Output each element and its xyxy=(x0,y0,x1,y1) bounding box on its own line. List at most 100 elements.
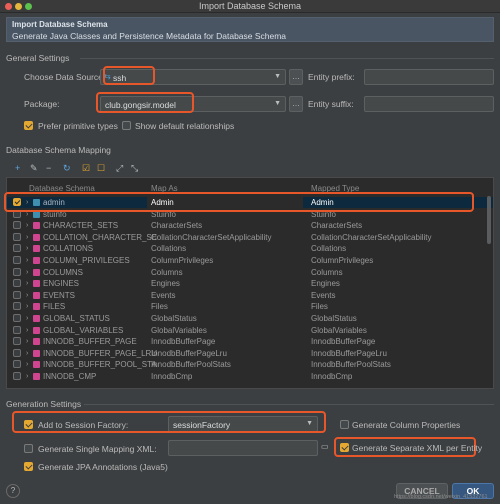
table-row[interactable]: › INNODB_BUFFER_POOL_STA InnodbBufferPoolS… xyxy=(7,359,493,370)
remove-icon[interactable]: − xyxy=(46,163,51,173)
edit-icon[interactable]: ✎ xyxy=(30,163,38,174)
show-default-relationships-checkbox[interactable] xyxy=(122,121,131,130)
map-as-cell[interactable]: CollationCharacterSetApplicability xyxy=(151,232,272,243)
map-as-cell[interactable]: InnodbBufferPageLru xyxy=(151,348,227,359)
map-as-cell[interactable]: InnodbCmp xyxy=(151,371,192,382)
chevron-down-icon: ▼ xyxy=(274,73,281,80)
row-checkbox[interactable] xyxy=(13,290,21,299)
expand-all-icon[interactable]: ⤢ xyxy=(116,163,123,174)
row-checkbox[interactable] xyxy=(13,360,21,369)
folder-icon[interactable]: ▭ xyxy=(321,442,329,451)
general-settings-divider xyxy=(80,58,494,59)
map-as-cell[interactable]: GlobalStatus xyxy=(151,313,197,324)
map-as-cell[interactable]: ColumnPrivileges xyxy=(151,255,213,266)
view-icon xyxy=(33,315,40,322)
entity-prefix-input[interactable] xyxy=(364,69,494,85)
refresh-icon[interactable]: ↻ xyxy=(63,163,71,174)
expand-chevron-icon[interactable]: › xyxy=(26,348,28,359)
expand-chevron-icon[interactable]: › xyxy=(26,359,28,370)
single-mapping-xml-checkbox[interactable] xyxy=(24,444,33,453)
mapped-type-cell: ColumnPrivileges xyxy=(311,256,374,265)
map-as-cell[interactable]: InnodbBufferPoolStats xyxy=(151,359,231,370)
table-row[interactable]: › GLOBAL_STATUS GlobalStatus GlobalStatus xyxy=(7,313,493,324)
table-row[interactable]: › COLLATION_CHARACTER_SE CollationCharacte… xyxy=(7,232,493,243)
separate-xml-checkbox[interactable] xyxy=(340,443,349,452)
data-source-browse-button[interactable]: … xyxy=(289,69,303,85)
table-row[interactable]: › GLOBAL_VARIABLES GlobalVariables GlobalVa… xyxy=(7,325,493,336)
expand-chevron-icon[interactable]: › xyxy=(26,243,28,254)
table-row[interactable]: › COLUMN_PRIVILEGES ColumnPrivileges Column… xyxy=(7,255,493,266)
uncheck-all-icon[interactable]: ☐ xyxy=(97,163,105,174)
row-checkbox[interactable] xyxy=(13,372,21,380)
row-checkbox[interactable] xyxy=(13,244,21,253)
table-row[interactable]: › EVENTS Events Events xyxy=(7,290,493,301)
map-as-cell[interactable]: Collations xyxy=(151,243,186,254)
expand-chevron-icon[interactable]: › xyxy=(26,336,28,347)
row-checkbox[interactable] xyxy=(13,314,21,322)
dialog-header: Import Database Schema Generate Java Cla… xyxy=(6,17,494,42)
row-checkbox[interactable] xyxy=(13,337,21,346)
jpa-annotations-checkbox[interactable] xyxy=(24,462,33,471)
expand-chevron-icon[interactable]: › xyxy=(26,371,28,382)
schema-name-cell: COLUMNS xyxy=(43,267,84,277)
generate-column-properties-checkbox[interactable] xyxy=(340,420,349,429)
expand-chevron-icon[interactable]: › xyxy=(26,220,28,231)
highlight-data-source xyxy=(103,66,155,85)
expand-chevron-icon[interactable]: › xyxy=(26,301,28,312)
expand-chevron-icon[interactable]: › xyxy=(26,325,28,336)
expand-chevron-icon[interactable]: › xyxy=(26,267,28,278)
row-checkbox[interactable] xyxy=(13,302,21,311)
view-icon xyxy=(33,257,40,264)
view-icon xyxy=(33,361,40,369)
row-checkbox[interactable] xyxy=(13,221,21,230)
entity-suffix-input[interactable] xyxy=(364,96,494,112)
map-as-cell[interactable]: Engines xyxy=(151,278,180,289)
row-checkbox[interactable] xyxy=(13,256,21,264)
view-icon xyxy=(33,291,40,299)
schema-name-cell: COLUMN_PRIVILEGES xyxy=(43,256,130,265)
row-checkbox[interactable] xyxy=(13,348,21,357)
add-icon[interactable]: + xyxy=(15,163,20,173)
package-browse-button[interactable]: … xyxy=(289,96,303,112)
highlight-package xyxy=(96,92,194,113)
entity-suffix-label: Entity suffix: xyxy=(308,99,354,109)
schema-name-cell: FILES xyxy=(43,302,66,312)
map-as-cell[interactable]: Files xyxy=(151,301,168,312)
help-button[interactable]: ? xyxy=(6,484,20,498)
view-icon xyxy=(33,268,40,276)
table-row[interactable]: › COLLATIONS Collations Collations xyxy=(7,243,493,254)
table-row[interactable]: › ENGINES Engines Engines xyxy=(7,278,493,289)
table-row[interactable]: › COLUMNS Columns Columns xyxy=(7,267,493,278)
table-scrollbar[interactable] xyxy=(487,196,491,244)
mapped-type-cell: Engines xyxy=(311,279,340,289)
map-as-cell[interactable]: CharacterSets xyxy=(151,220,202,231)
view-icon xyxy=(33,349,40,357)
collapse-all-icon[interactable]: ⤡ xyxy=(131,163,138,174)
table-row[interactable]: › INNODB_CMP InnodbCmp InnodbCmp xyxy=(7,371,493,382)
schema-name-cell: COLLATIONS xyxy=(43,244,94,254)
map-as-cell[interactable]: Events xyxy=(151,290,175,301)
table-row[interactable]: › INNODB_BUFFER_PAGE_LRU InnodbBufferPageL… xyxy=(7,348,493,359)
map-as-cell[interactable]: Columns xyxy=(151,267,183,278)
expand-chevron-icon[interactable]: › xyxy=(26,290,28,301)
single-mapping-xml-input[interactable] xyxy=(168,440,318,456)
row-checkbox[interactable] xyxy=(13,325,21,334)
expand-chevron-icon[interactable]: › xyxy=(26,232,28,243)
table-row[interactable]: › CHARACTER_SETS CharacterSets CharacterSet… xyxy=(7,220,493,231)
schema-name-cell: INNODB_BUFFER_PAGE xyxy=(43,337,137,347)
highlight-session-factory xyxy=(12,411,326,433)
map-as-cell[interactable]: InnodbBufferPage xyxy=(151,336,215,347)
expand-chevron-icon[interactable]: › xyxy=(26,278,28,289)
mapped-type-cell: InnodbBufferPoolStats xyxy=(311,360,391,370)
table-row[interactable]: › FILES Files Files xyxy=(7,301,493,312)
row-checkbox[interactable] xyxy=(13,232,21,241)
expand-chevron-icon[interactable]: › xyxy=(26,255,28,266)
row-checkbox[interactable] xyxy=(13,267,21,276)
check-all-icon[interactable]: ☑ xyxy=(82,163,90,174)
prefer-primitive-checkbox[interactable] xyxy=(24,121,33,130)
prefer-primitive-label: Prefer primitive types xyxy=(38,121,118,131)
map-as-cell[interactable]: GlobalVariables xyxy=(151,325,207,336)
table-row[interactable]: › INNODB_BUFFER_PAGE InnodbBufferPage Innod… xyxy=(7,336,493,347)
expand-chevron-icon[interactable]: › xyxy=(26,313,28,324)
row-checkbox[interactable] xyxy=(13,279,21,288)
